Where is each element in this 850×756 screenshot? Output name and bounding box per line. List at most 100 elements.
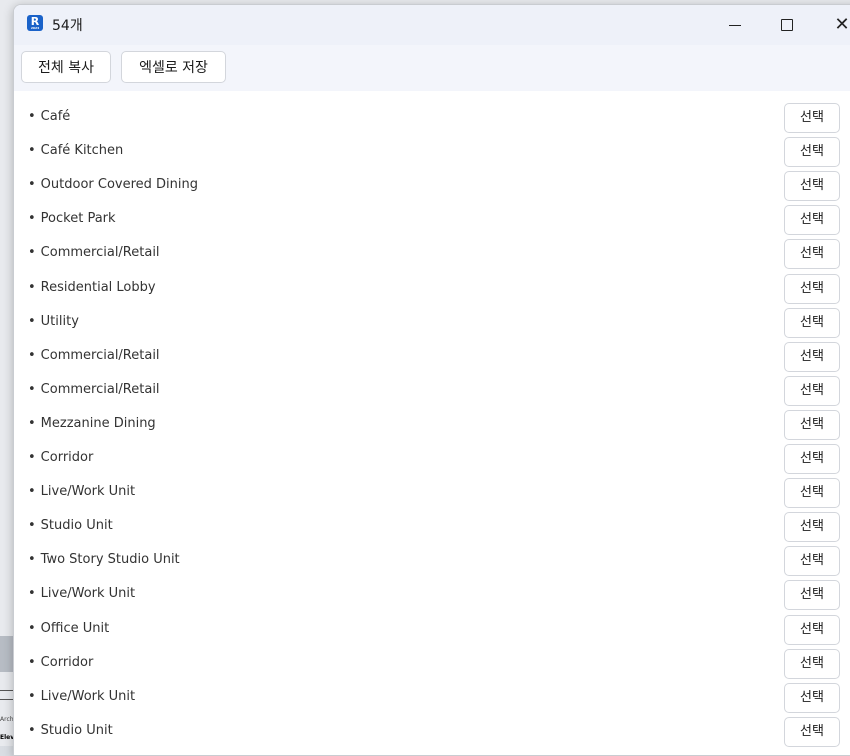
room-name: Corridor [40, 450, 94, 465]
list-item-label: • Café [28, 109, 70, 124]
list-item: • Office Unit 선택 [14, 613, 850, 647]
list-item-label: • Studio Unit [28, 518, 113, 533]
room-name: Office Unit [40, 620, 110, 636]
background-label-1: Arch [0, 716, 14, 723]
select-button[interactable]: 선택 [784, 716, 840, 747]
room-name: Live/Work Unit [40, 586, 136, 602]
list-item-label: • Commercial/Retail [28, 382, 160, 397]
close-icon: ✕ [834, 14, 850, 35]
room-name: Live/Work Unit [40, 484, 136, 500]
list-item-label: • Corridor [28, 655, 93, 670]
room-name: Commercial/Retail [40, 245, 160, 261]
toolbar: 전체 복사 엑셀로 저장 [14, 45, 850, 91]
list-item-label: • Live/Work Unit [28, 484, 135, 499]
room-name: Pocket Park [40, 211, 116, 227]
list-item: • Studio Unit 선택 [14, 715, 850, 749]
room-name: Commercial/Retail [40, 381, 160, 397]
background-thumbnail [0, 636, 14, 672]
list-item: • Corridor 선택 [14, 647, 850, 681]
bullet-icon: • [28, 279, 36, 295]
select-button[interactable]: 선택 [784, 375, 840, 406]
list-item-label: • Mezzanine Dining [28, 416, 156, 431]
minimize-icon [729, 25, 741, 26]
list-item-label: • Pocket Park [28, 211, 116, 226]
select-button[interactable]: 선택 [784, 512, 840, 543]
list-item-label: • Corridor [28, 450, 93, 465]
select-button[interactable]: 선택 [784, 273, 840, 304]
copy-all-button[interactable]: 전체 복사 [21, 51, 111, 83]
maximize-icon [781, 19, 793, 31]
revit-app-icon: R 2024 [27, 15, 43, 31]
list-item: • Utility 선택 [14, 306, 850, 340]
bullet-icon: • [28, 109, 36, 124]
save-excel-button[interactable]: 엑셀로 저장 [121, 51, 226, 83]
bullet-icon: • [28, 654, 36, 670]
bullet-icon: • [28, 245, 36, 261]
select-button[interactable]: 선택 [784, 341, 840, 372]
list-item-label: • Office Unit [28, 621, 109, 636]
bullet-icon: • [28, 347, 36, 363]
room-name: Mezzanine Dining [40, 415, 156, 431]
minimize-button[interactable] [712, 5, 758, 45]
select-button[interactable]: 선택 [784, 307, 840, 338]
result-window: R 2024 54개 ✕ 전체 복사 엑셀로 저장 • Café 선택 • Café K… [13, 4, 850, 756]
room-name: Corridor [40, 654, 94, 670]
title-bar[interactable]: R 2024 54개 ✕ [14, 5, 850, 45]
list-item: • Café Kitchen 선택 [14, 135, 850, 169]
bullet-icon: • [28, 484, 36, 500]
list-item-label: • Commercial/Retail [28, 348, 160, 363]
list-item-label: • Utility [28, 314, 79, 329]
select-button[interactable]: 선택 [784, 171, 840, 202]
select-button[interactable]: 선택 [784, 614, 840, 645]
bullet-icon: • [28, 688, 36, 704]
bullet-icon: • [28, 722, 36, 738]
select-button[interactable]: 선택 [784, 546, 840, 577]
list-item-label: • Studio Unit [28, 723, 113, 738]
bullet-icon: • [28, 552, 36, 568]
room-name: Commercial/Retail [40, 347, 160, 363]
room-name: Live/Work Unit [40, 688, 136, 704]
window-title: 54개 [52, 18, 83, 34]
select-button[interactable]: 선택 [784, 239, 840, 270]
select-button[interactable]: 선택 [784, 682, 840, 713]
list-item-label: • Commercial/Retail [28, 245, 160, 260]
room-name: Residential Lobby [40, 279, 156, 295]
list-item: • Outdoor Covered Dining 선택 [14, 169, 850, 203]
bullet-icon: • [28, 586, 36, 602]
bullet-icon: • [28, 177, 36, 193]
list-item: • Residential Lobby 선택 [14, 272, 850, 306]
bullet-icon: • [28, 620, 36, 636]
list-item: • Live/Work Unit 선택 [14, 681, 850, 715]
select-button[interactable]: 선택 [784, 137, 840, 168]
room-name: Studio Unit [40, 722, 113, 738]
list-item-label: • Residential Lobby [28, 280, 156, 295]
list-item: • Commercial/Retail 선택 [14, 237, 850, 271]
select-button[interactable]: 선택 [784, 580, 840, 611]
select-button[interactable]: 선택 [784, 444, 840, 474]
close-button[interactable]: ✕ [819, 5, 850, 45]
select-button[interactable]: 선택 [784, 648, 840, 679]
bullet-icon: • [28, 211, 36, 227]
select-button[interactable]: 선택 [784, 205, 840, 236]
list-item: • Commercial/Retail 선택 [14, 340, 850, 374]
select-button[interactable]: 선택 [784, 409, 840, 440]
room-name: Two Story Studio Unit [40, 552, 180, 568]
list-item: • Café 선택 [14, 101, 850, 135]
list-item: • Studio Unit 선택 [14, 510, 850, 544]
list-item: • Live/Work Unit 선택 [14, 476, 850, 510]
list-item-label: • Café Kitchen [28, 143, 123, 158]
list-item: • Two Story Studio Unit 선택 [14, 544, 850, 578]
maximize-button[interactable] [764, 5, 810, 45]
list-item: • Pocket Park 선택 [14, 203, 850, 237]
room-name: Outdoor Covered Dining [40, 177, 199, 193]
select-button[interactable]: 선택 [784, 478, 840, 509]
select-button[interactable]: 선택 [784, 103, 840, 133]
bullet-icon: • [28, 415, 36, 431]
list-item: • Commercial/Retail 선택 [14, 374, 850, 408]
list-item-label: • Live/Work Unit [28, 586, 135, 601]
list-item: • Corridor 선택 [14, 442, 850, 476]
list-item-label: • Live/Work Unit [28, 689, 135, 704]
list-item: • Live/Work Unit 선택 [14, 578, 850, 612]
bullet-icon: • [28, 381, 36, 397]
room-name: Café Kitchen [40, 143, 124, 159]
